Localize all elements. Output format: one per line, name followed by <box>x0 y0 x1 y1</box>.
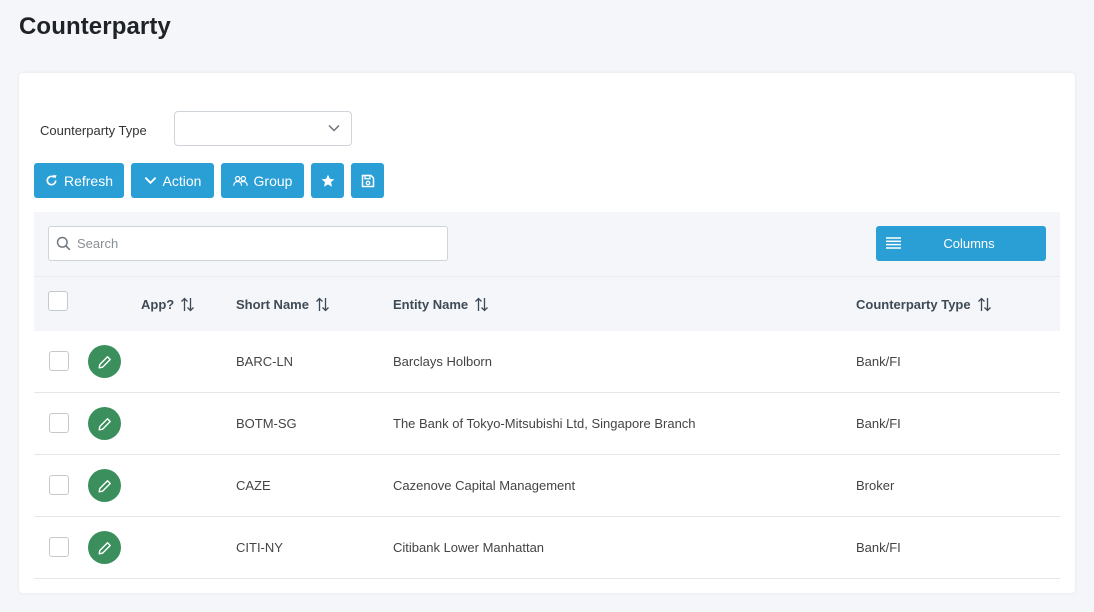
columns-button[interactable]: Columns <box>876 226 1046 261</box>
row-checkbox[interactable] <box>49 475 69 495</box>
header-counterparty-type-label: Counterparty Type <box>856 297 971 312</box>
cell-entity-name: Cazenove Capital Management <box>393 478 576 493</box>
header-app[interactable]: App? <box>141 297 195 312</box>
edit-button[interactable] <box>88 407 121 440</box>
pencil-icon <box>98 479 111 492</box>
sort-icon <box>475 297 489 312</box>
edit-button[interactable] <box>88 531 121 564</box>
header-entity-name[interactable]: Entity Name <box>393 297 489 312</box>
row-checkbox[interactable] <box>49 537 69 557</box>
chevron-down-icon <box>144 177 156 185</box>
table-header: App? Short Name Entity Name Counterparty… <box>34 276 1060 331</box>
group-button[interactable]: Group <box>221 163 304 198</box>
header-counterparty-type[interactable]: Counterparty Type <box>856 297 992 312</box>
edit-button[interactable] <box>88 345 121 378</box>
star-icon <box>321 174 334 187</box>
pencil-icon <box>98 355 111 368</box>
search-input[interactable] <box>77 228 437 259</box>
cell-short-name: BOTM-SG <box>236 416 297 431</box>
cell-short-name: CITI-NY <box>236 540 283 555</box>
header-short-name[interactable]: Short Name <box>236 297 330 312</box>
header-short-name-label: Short Name <box>236 297 309 312</box>
counterparty-card: Counterparty Type Refresh Action Group S… <box>19 73 1075 593</box>
edit-button[interactable] <box>88 469 121 502</box>
sort-icon <box>977 297 991 312</box>
action-label: Action <box>162 172 202 189</box>
cell-counterparty-type: Broker <box>856 478 895 493</box>
search-icon <box>56 236 71 251</box>
cell-short-name: BARC-LN <box>236 354 294 369</box>
chevron-down-icon <box>328 124 340 132</box>
table-row[interactable]: BOTM-SG The Bank of Tokyo-Mitsubishi Ltd… <box>34 393 1060 455</box>
counterparty-table: Columns App? Short Name Entity Name <box>34 212 1060 612</box>
group-icon <box>232 175 248 186</box>
header-app-label: App? <box>141 297 175 312</box>
counterparty-type-label: Counterparty Type <box>40 123 147 138</box>
sort-icon <box>181 297 195 312</box>
table-toolbar: Columns <box>34 212 1060 276</box>
columns-label: Columns <box>943 236 995 251</box>
cell-short-name: CAZE <box>236 478 271 493</box>
sort-icon <box>316 297 329 312</box>
save-icon <box>361 174 374 187</box>
refresh-icon <box>46 174 57 186</box>
refresh-label: Refresh <box>63 172 114 189</box>
pencil-icon <box>98 417 111 430</box>
cell-entity-name: Citibank Lower Manhattan <box>393 540 545 555</box>
cell-counterparty-type: Bank/FI <box>856 416 901 431</box>
page-title: Counterparty <box>19 13 171 40</box>
counterparty-type-select[interactable] <box>174 111 352 146</box>
table-row[interactable]: BARC-LN Barclays Holborn Bank/FI <box>34 331 1060 393</box>
header-entity-name-label: Entity Name <box>393 297 469 312</box>
search-box <box>48 226 448 261</box>
row-checkbox[interactable] <box>49 351 69 371</box>
table-row[interactable]: CITI-NY Citibank Lower Manhattan Bank/FI <box>34 517 1060 579</box>
cell-counterparty-type: Bank/FI <box>856 354 901 369</box>
cell-entity-name: Barclays Holborn <box>393 354 492 369</box>
action-button[interactable]: Action <box>131 163 214 198</box>
favorite-button[interactable] <box>311 163 344 198</box>
cell-counterparty-type: Bank/FI <box>856 540 901 555</box>
cell-entity-name: The Bank of Tokyo-Mitsubishi Ltd, Singap… <box>393 416 696 431</box>
save-button[interactable] <box>351 163 384 198</box>
group-label: Group <box>253 172 293 189</box>
refresh-button[interactable]: Refresh <box>34 163 124 198</box>
table-row[interactable]: CAZE Cazenove Capital Management Broker <box>34 455 1060 517</box>
select-all-checkbox[interactable] <box>48 291 68 311</box>
row-checkbox[interactable] <box>49 413 69 433</box>
pencil-icon <box>98 541 111 554</box>
